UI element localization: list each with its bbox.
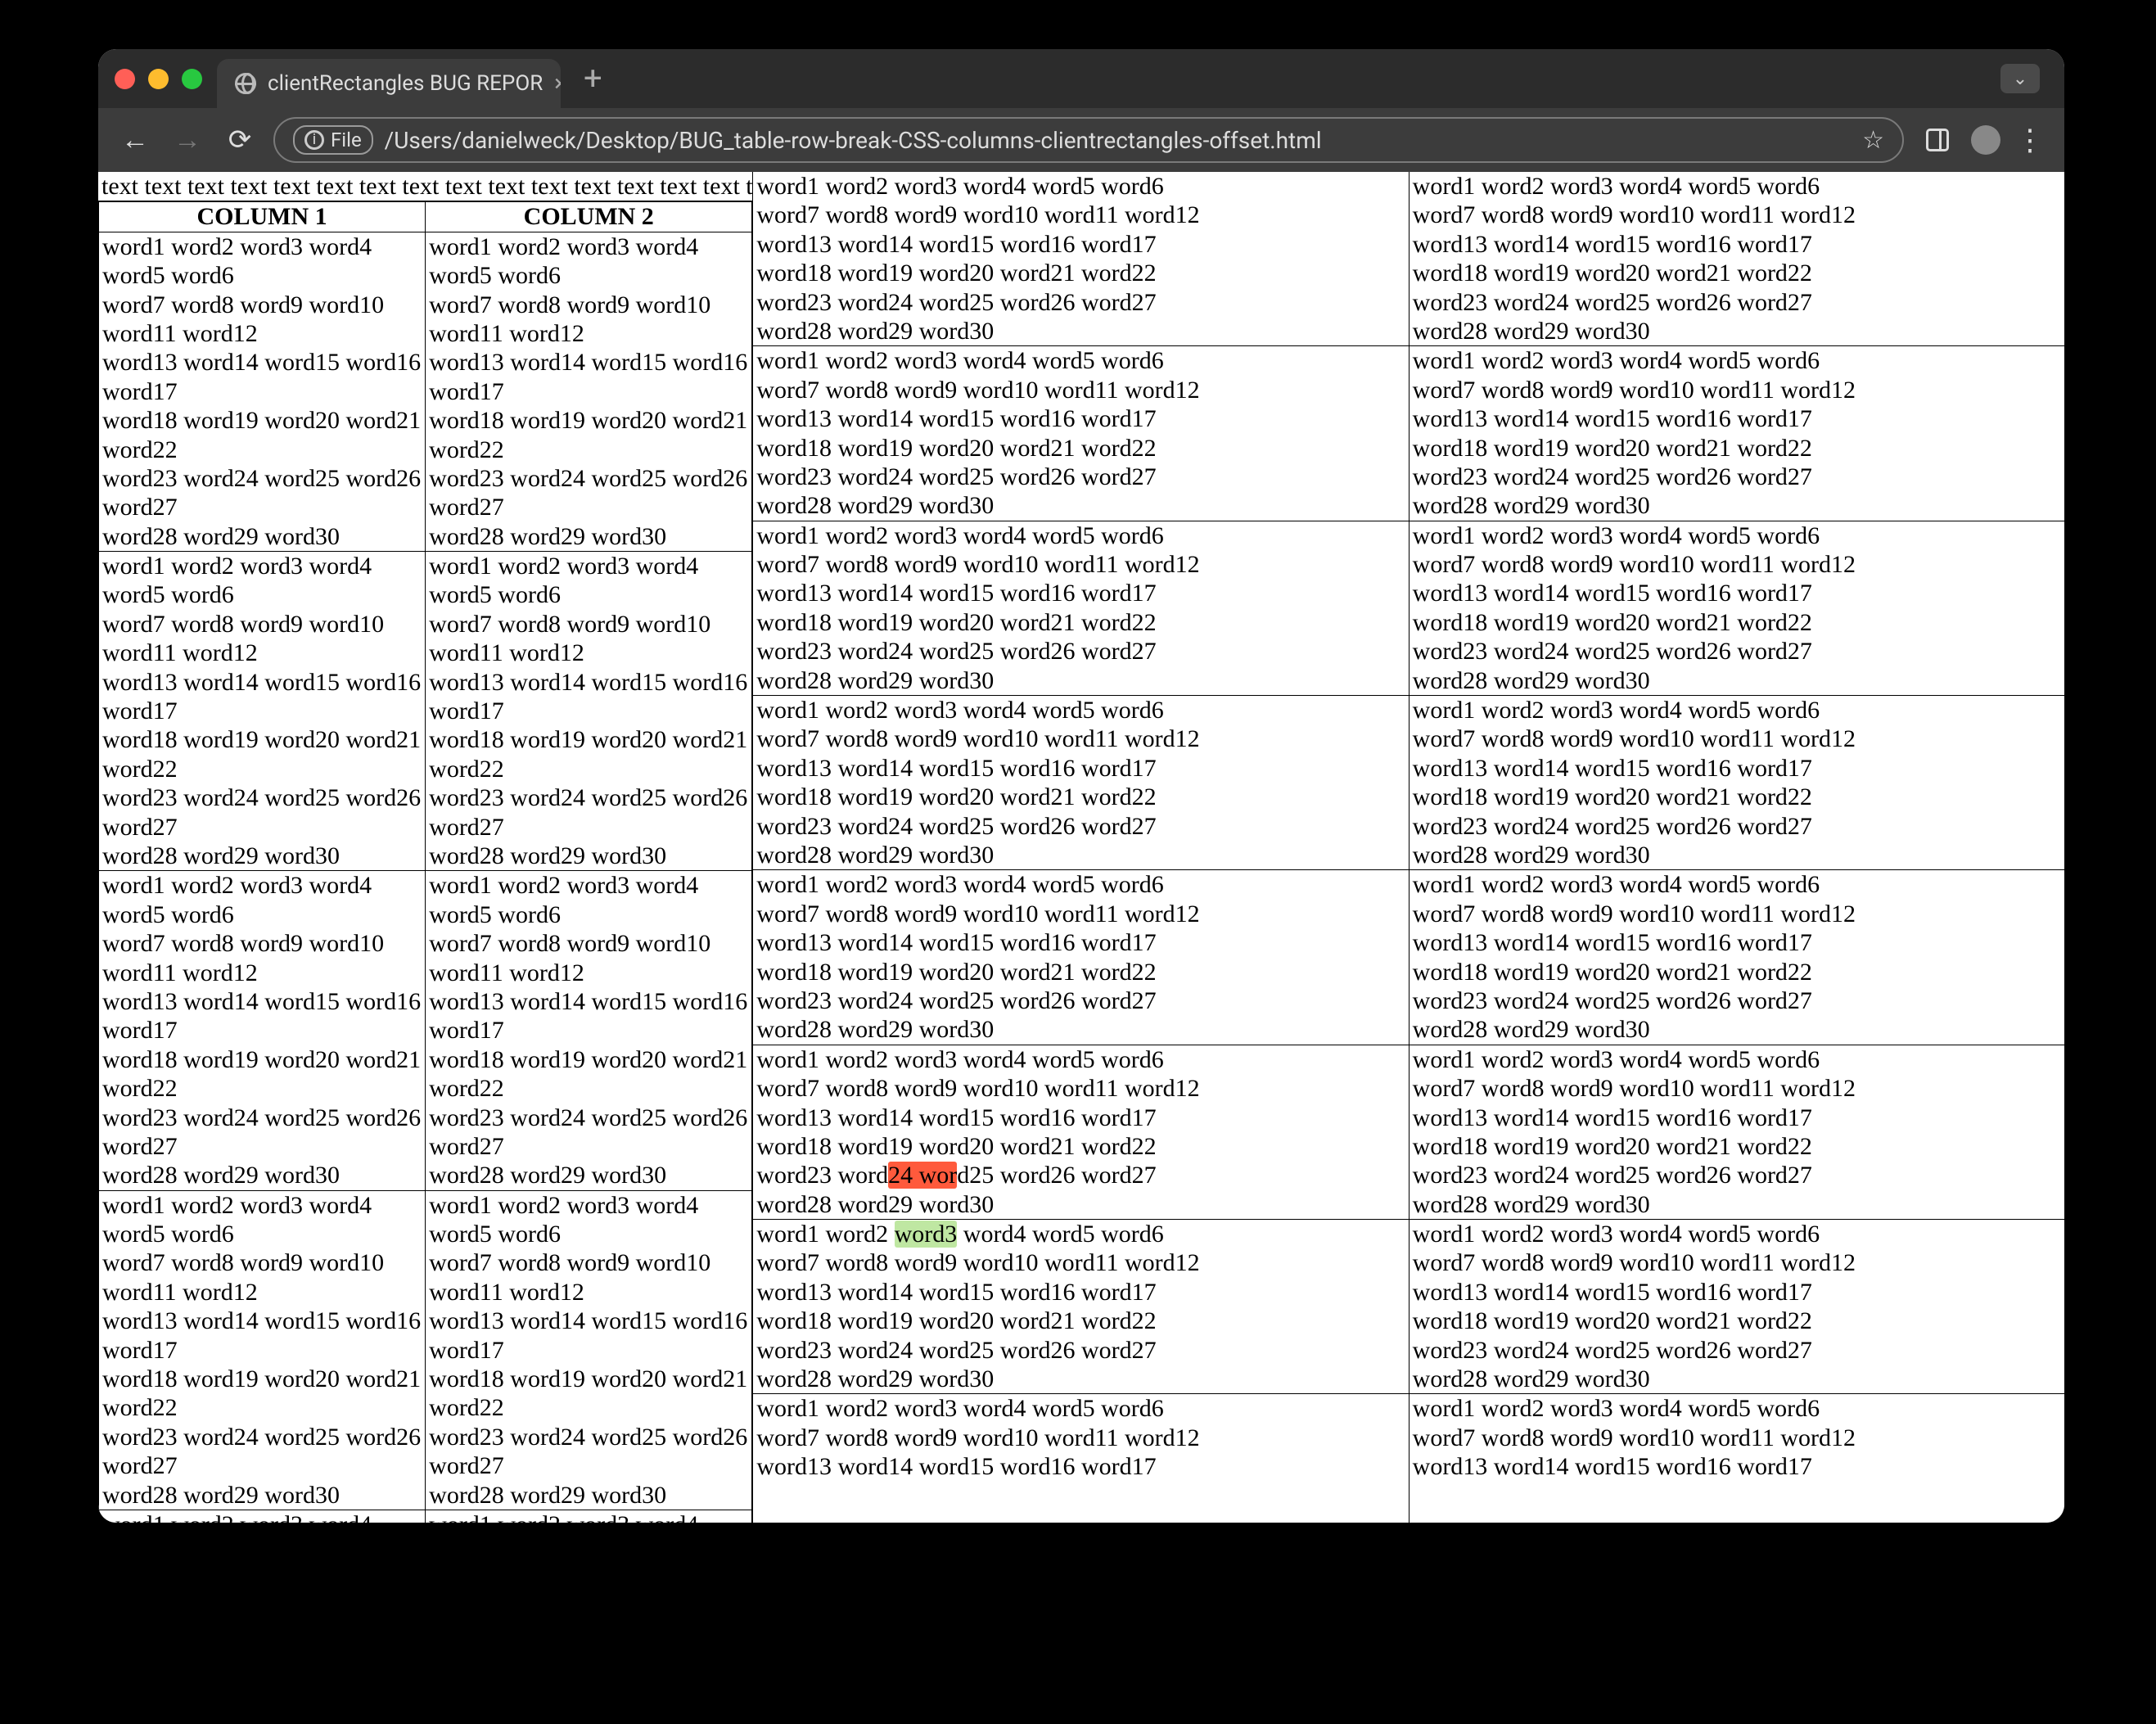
- list-item: word1 word2 word3 word4 word5 word6word7…: [1410, 346, 2064, 521]
- left-column-pair: text text text text text text text text …: [98, 172, 753, 1523]
- cell-text: word1 word2 word3 word4 word5 word6word7…: [1413, 172, 2061, 345]
- list-item: word1 word2 word3 word4 word5 word6word7…: [1410, 172, 2064, 346]
- cell-text: word1 word2 word3 word4 word5 word6word7…: [429, 552, 748, 870]
- reload-button[interactable]: ⟳: [221, 121, 259, 159]
- cell-text: word1 word2 word3 word4 word5 word6word7…: [756, 696, 1405, 869]
- new-tab-button[interactable]: +: [575, 62, 611, 95]
- close-window-button[interactable]: [115, 69, 135, 89]
- cell-text: word1 word2 word3 word4 word5 word6word7…: [1413, 696, 2061, 869]
- cell-text: word1 word2 word3 word4 word5 word6word7…: [1413, 1394, 2061, 1481]
- toolbar: ← → ⟳ i File /Users/danielweck/Desktop/B…: [98, 108, 2064, 172]
- cell-text: word1 word2 word3 word4 word5 word6word7…: [1413, 870, 2061, 1044]
- back-button[interactable]: ←: [116, 121, 154, 159]
- list-item: word1 word2 word3 word4 word5 word6word7…: [753, 1394, 1408, 1481]
- page-content: text text text text text text text text …: [98, 172, 2064, 1523]
- cell-text: word1 word2 word3 word4 word5 word6word7…: [102, 1191, 422, 1510]
- cell-text: word1 word2 word3 word4 word5 word6word7…: [429, 1510, 748, 1523]
- url-scheme-label: File: [331, 129, 362, 151]
- table-cell: word1 word2 word3 word4 word5 word6word7…: [99, 552, 426, 871]
- cell-text: word1 word2 word3 word4 word5 word6word7…: [1413, 1045, 2061, 1219]
- list-item: word1 word2 word3 word4 word5 word6word7…: [753, 696, 1408, 870]
- bookmark-star-icon[interactable]: ☆: [1862, 126, 1884, 155]
- table-row: word1 word2 word3 word4 word5 word6word7…: [99, 1510, 752, 1523]
- column-header-2: COLUMN 2: [426, 202, 752, 232]
- minimize-window-button[interactable]: [148, 69, 169, 89]
- table-cell: word1 word2 word3 word4 word5 word6word7…: [99, 1510, 426, 1523]
- table-row: word1 word2 word3 word4 word5 word6word7…: [99, 232, 752, 551]
- cell-text: word1 word2 word3 word4 word5 word6word7…: [429, 1191, 748, 1510]
- cell-text: word1 word2 word3 word4 word5 word6word7…: [756, 346, 1405, 520]
- close-tab-icon[interactable]: ×: [554, 72, 561, 95]
- middle-column: word1 word2 word3 word4 word5 word6word7…: [753, 172, 1409, 1523]
- cell-text: word1 word2 word3 word4 word5 word6word7…: [1413, 1220, 2061, 1393]
- cell-text: word1 word2 word3 word4 word5 word6word7…: [756, 172, 1405, 345]
- main-table: COLUMN 1 COLUMN 2 word1 word2 word3 word…: [98, 201, 752, 1523]
- list-item: word1 word2 word3 word4 word5 word6word7…: [1410, 521, 2064, 696]
- window-controls: [115, 69, 202, 89]
- cell-text: word1 word2 word3 word4 word5 word6word7…: [756, 1045, 1405, 1219]
- list-item: word1 word2 word3 word4 word5 word6word7…: [753, 870, 1408, 1045]
- list-item: word1 word2 word3 word4 word5 word6word7…: [753, 172, 1408, 346]
- cell-text: word1 word2 word3 word4 word5 word6word7…: [102, 232, 422, 551]
- table-row: word1 word2 word3 word4 word5 word6word7…: [99, 871, 752, 1190]
- cell-text: word1 word2 word3 word4 word5 word6word7…: [1413, 521, 2061, 695]
- list-item: word1 word2 word3 word4 word5 word6word7…: [753, 1045, 1408, 1220]
- cell-text: word1 word2 word3 word4 word5 word6word7…: [102, 552, 422, 870]
- cell-text: word1 word2 word3 word4 word5 word6word7…: [756, 1394, 1405, 1481]
- cell-text: word1 word2 word3 word4 word5 word6word7…: [102, 871, 422, 1189]
- cell-text: word1 word2 word3 word4 word5 word6word7…: [429, 232, 748, 551]
- list-item: word1 word2 word3 word4 word5 word6word7…: [1410, 1394, 2064, 1481]
- list-item: word1 word2 word3 word4 word5 word6word7…: [1410, 870, 2064, 1045]
- cell-text: word1 word2 word3 word4 word5 word6word7…: [756, 521, 1405, 695]
- table-cell: word1 word2 word3 word4 word5 word6word7…: [426, 1510, 752, 1523]
- browser-window: clientRectangles BUG REPOR × + ⌄ ← → ⟳ i…: [98, 49, 2064, 1523]
- column-header-1: COLUMN 1: [99, 202, 426, 232]
- top-text: text text text text text text text text …: [98, 172, 752, 201]
- table-cell: word1 word2 word3 word4 word5 word6word7…: [426, 232, 752, 551]
- info-icon: i: [304, 130, 324, 150]
- forward-button[interactable]: →: [169, 121, 206, 159]
- table-cell: word1 word2 word3 word4 word5 word6word7…: [99, 1190, 426, 1510]
- list-item: word1 word2 word3 word4 word5 word6word7…: [1410, 1045, 2064, 1220]
- list-item: word1 word2 word3 word4 word5 word6word7…: [753, 346, 1408, 521]
- side-panel-button[interactable]: [1919, 121, 1956, 159]
- table-row: word1 word2 word3 word4 word5 word6word7…: [99, 1190, 752, 1510]
- app-menu-button[interactable]: ⋮: [2015, 123, 2046, 157]
- profile-avatar[interactable]: [1971, 125, 2000, 155]
- left-column: text text text text text text text text …: [98, 172, 753, 1523]
- cell-text: word1 word2 word3 word4 word5 word6word7…: [429, 871, 748, 1189]
- tab-title: clientRectangles BUG REPOR: [268, 71, 543, 96]
- cell-text: word1 word2 word3 word4 word5 word6word7…: [756, 870, 1405, 1044]
- table-cell: word1 word2 word3 word4 word5 word6word7…: [99, 871, 426, 1190]
- right-column: word1 word2 word3 word4 word5 word6word7…: [1410, 172, 2064, 1523]
- tabstrip: clientRectangles BUG REPOR × + ⌄: [98, 49, 2064, 108]
- cell-text: word1 word2 word3 word4 word5 word6word7…: [102, 1510, 422, 1523]
- cell-text: word1 word2 word3 word4 word5 word6word7…: [1413, 346, 2061, 520]
- globe-icon: [235, 73, 256, 94]
- table-cell: word1 word2 word3 word4 word5 word6word7…: [426, 552, 752, 871]
- list-item: word1 word2 word3 word4 word5 word6word7…: [1410, 1220, 2064, 1394]
- panel-icon: [1926, 129, 1949, 151]
- list-item: word1 word2 word3 word4 word5 word6word7…: [753, 1220, 1408, 1394]
- list-item: word1 word2 word3 word4 word5 word6word7…: [1410, 696, 2064, 870]
- address-bar[interactable]: i File /Users/danielweck/Desktop/BUG_tab…: [273, 117, 1904, 163]
- tab-overflow-button[interactable]: ⌄: [2000, 64, 2040, 93]
- table-cell: word1 word2 word3 word4 word5 word6word7…: [99, 232, 426, 551]
- table-row: word1 word2 word3 word4 word5 word6word7…: [99, 552, 752, 871]
- table-cell: word1 word2 word3 word4 word5 word6word7…: [426, 1190, 752, 1510]
- url-text: /Users/danielweck/Desktop/BUG_table-row-…: [385, 127, 1322, 154]
- list-item: word1 word2 word3 word4 word5 word6word7…: [753, 521, 1408, 696]
- table-cell: word1 word2 word3 word4 word5 word6word7…: [426, 871, 752, 1190]
- cell-text: word1 word2 word3 word4 word5 word6word7…: [756, 1220, 1405, 1393]
- zoom-window-button[interactable]: [182, 69, 202, 89]
- url-scheme-pill: i File: [293, 125, 373, 155]
- browser-tab[interactable]: clientRectangles BUG REPOR ×: [217, 59, 561, 108]
